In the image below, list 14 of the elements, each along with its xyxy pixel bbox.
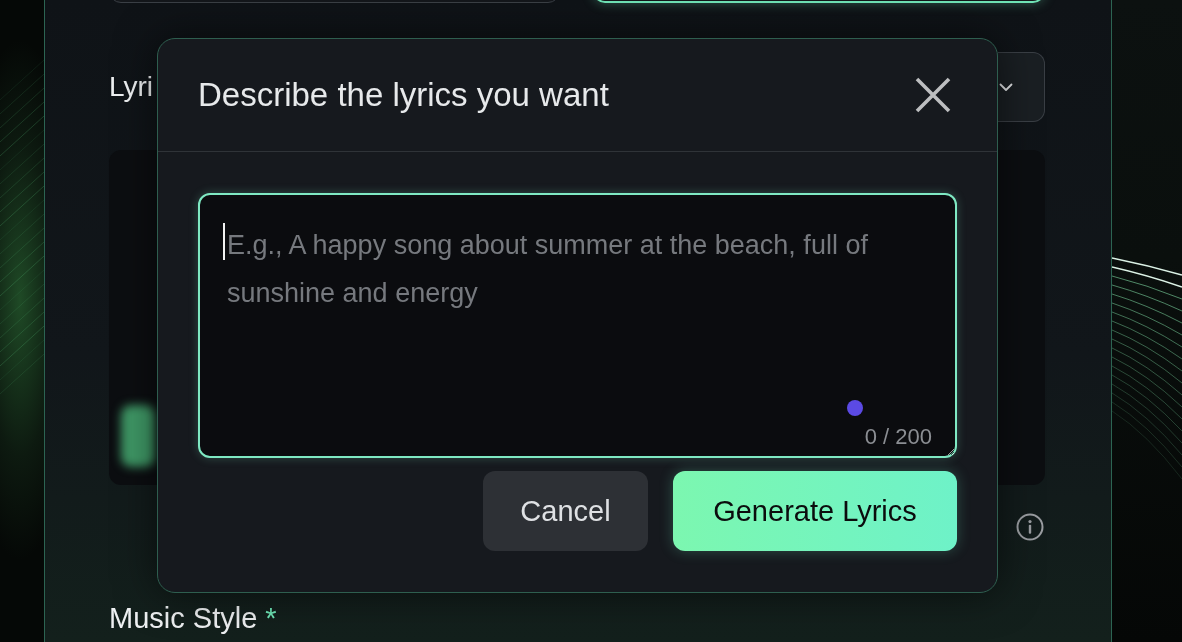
info-icon [1016,513,1044,541]
close-icon [915,77,951,113]
blurred-button [121,405,155,467]
cancel-button[interactable]: Cancel [483,471,648,551]
lyrics-label: Lyri [109,70,154,104]
generate-button[interactable]: Generate Lyrics [673,471,957,551]
close-button[interactable] [915,77,951,113]
chevron-down-icon [999,82,1013,92]
character-counter: 0 / 200 [864,424,932,450]
music-style-label: Music Style [109,601,258,635]
required-mark: * [265,601,277,635]
dot-icon [847,400,863,416]
dialog-title: Describe the lyrics you want [198,75,609,115]
text-cursor [223,223,225,260]
